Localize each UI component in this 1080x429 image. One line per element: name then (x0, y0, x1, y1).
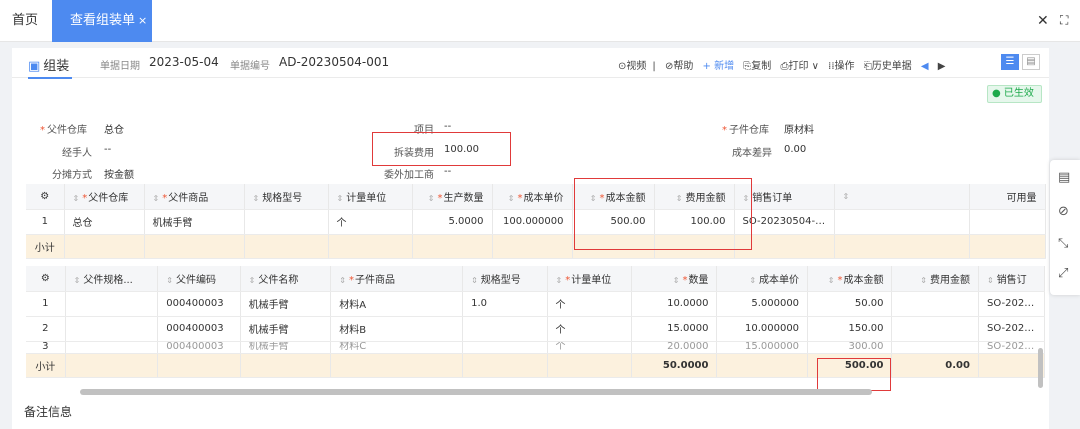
column-header[interactable]: ⇕ *父件商品 (144, 184, 245, 210)
horizontal-scrollbar[interactable] (80, 389, 872, 395)
doc-no-label: 单据编号 (230, 61, 270, 72)
allocation-label: 分摊方式 (52, 170, 92, 181)
document-toolbar: ▣ 组装 单据日期 2023-05-04 单据编号 AD-20230504-001… (12, 48, 1049, 79)
window-close-icon[interactable]: ✕ (1037, 13, 1049, 29)
outsource-label: 委外加工商 (384, 170, 434, 181)
vertical-scrollbar[interactable] (1038, 348, 1043, 388)
table-header: ⚙ ⇕ *父件仓库 ⇕ *父件商品 ⇕ 规格型号 ⇕ 计量单位 ⇕ *生产数量 ⇕ *成本单… (26, 184, 1046, 210)
column-header[interactable]: ⇕ (834, 184, 970, 210)
child-warehouse-label: * 子件仓库 (722, 125, 769, 136)
column-header[interactable]: ⇕ *计量单位 (547, 266, 632, 292)
column-header[interactable]: ⇕ 成本单价 (716, 266, 809, 292)
action-toolbar: ⊙视频 | ⊘帮助 + 新增 ⎘复制 ⎙打印 ∨ ⁞⁞操作 ⎗历史单据 ◀ ▶ (618, 57, 951, 72)
doc-no-value: AD-20230504-001 (279, 55, 390, 69)
fullscreen-icon[interactable]: ⛶ (1060, 13, 1068, 28)
parent-items-table: ⚙ ⇕ *父件仓库 ⇕ *父件商品 ⇕ 规格型号 ⇕ 计量单位 ⇕ *生产数量 ⇕ *成本单… (26, 184, 1046, 259)
child-items-table: ⚙ ⇕ 父件规格... ⇕ 父件编码 ⇕ 父件名称 ⇕ *子件商品 ⇕ 规格型号 ⇕ *计量… (26, 266, 1046, 378)
highlight-box-fee (372, 132, 511, 166)
table-row[interactable]: 1 总仓 机械手臂 个 5.0000 100.000000 500.00 100… (26, 209, 1046, 235)
cost-diff-value: 0.00 (784, 144, 807, 155)
prev-icon[interactable]: ◀ (921, 61, 929, 72)
parent-warehouse-label: * 父件仓库 (40, 125, 87, 136)
video-button[interactable]: ⊙视频 (618, 61, 646, 72)
subtotal-fee: 0.00 (891, 353, 979, 378)
child-warehouse-value: 原材料 (784, 125, 814, 136)
copy-button[interactable]: ⎘复制 (743, 61, 771, 72)
table-row[interactable]: 1 000400003 机械手臂 材料A 1.0 个 10.0000 5.000… (26, 291, 1046, 317)
next-icon[interactable]: ▶ (938, 61, 946, 72)
parent-warehouse-value: 总仓 (104, 125, 124, 136)
history-button[interactable]: ⎗历史单据 (864, 61, 912, 72)
date-label: 单据日期 (100, 61, 140, 72)
add-button[interactable]: + 新增 (703, 61, 735, 72)
close-icon[interactable]: × (138, 14, 147, 27)
settings-icon[interactable]: ⚙ (26, 184, 65, 210)
column-header[interactable]: ⇕ *成本单价 (492, 184, 573, 210)
side-toolbar: ▤ ⊘ ⤡ ⤢ (1050, 160, 1080, 295)
column-header[interactable]: ⇕ 销售订 (978, 266, 1046, 292)
cost-diff-label: 成本差异 (732, 148, 772, 159)
remark-section-title: 备注信息 (24, 405, 73, 419)
operations-button[interactable]: ⁞⁞操作 (828, 61, 854, 72)
table-row[interactable]: 2 000400003 机械手臂 材料B 个 15.0000 10.000000… (26, 316, 1046, 342)
handler-value: -- (104, 144, 112, 155)
column-header[interactable]: ⇕ 父件编码 (157, 266, 241, 292)
highlight-box-amounts (574, 178, 752, 250)
table-row[interactable]: 3 000400003 机械手臂 材料C 个 20.0000 15.000000… (26, 341, 1046, 354)
column-header[interactable]: 可用量 (969, 184, 1046, 210)
document-title: ▣ 组装 (28, 55, 73, 79)
tab-bar: 首页 查看组装单 × ✕ ⛶ (0, 0, 1080, 42)
separator: | (652, 61, 656, 72)
column-header[interactable]: ⇕ *数量 (631, 266, 718, 292)
handler-label: 经手人 (62, 148, 92, 159)
help-button[interactable]: ⊘帮助 (665, 61, 693, 72)
tab-home[interactable]: 首页 (0, 0, 50, 42)
column-header[interactable]: ⇕ *成本金额 (807, 266, 893, 292)
subtotal-row: 小计 50.0000 500.00 0.00 (26, 353, 1046, 378)
highlight-box-subtotal (817, 358, 891, 391)
outsource-value: -- (444, 166, 452, 177)
column-header[interactable]: ⇕ 父件名称 (240, 266, 332, 292)
print-button[interactable]: ⎙打印 ∨ (780, 61, 819, 72)
settings-icon[interactable]: ⚙ (26, 266, 66, 292)
column-header[interactable]: ⇕ *子件商品 (330, 266, 464, 292)
column-header[interactable]: ⇕ 父件规格... (65, 266, 159, 292)
column-header[interactable]: ⇕ 计量单位 (328, 184, 413, 210)
document-panel: ▣ 组装 单据日期 2023-05-04 单据编号 AD-20230504-001… (12, 48, 1049, 429)
card-view-icon[interactable]: ▤ (1022, 54, 1040, 70)
tab-view-assembly[interactable]: 查看组装单 × (52, 0, 152, 42)
column-header[interactable]: ⇕ 规格型号 (462, 266, 548, 292)
table-header: ⚙ ⇕ 父件规格... ⇕ 父件编码 ⇕ 父件名称 ⇕ *子件商品 ⇕ 规格型号 ⇕ *计量… (26, 266, 1046, 292)
collapse-icon[interactable]: ⤡ (1058, 236, 1068, 251)
expand-icon[interactable]: ⤢ (1058, 266, 1068, 281)
subtotal-qty: 50.0000 (631, 353, 718, 378)
column-header[interactable]: ⇕ 费用金额 (891, 266, 979, 292)
column-header[interactable]: ⇕ *生产数量 (412, 184, 493, 210)
date-value: 2023-05-04 (149, 55, 219, 69)
column-header[interactable]: ⇕ 规格型号 (244, 184, 329, 210)
form-icon[interactable]: ▤ (1058, 170, 1070, 185)
subtotal-row: 小计 (26, 234, 1046, 259)
document-icon: ▣ (28, 59, 41, 74)
allocation-value: 按金额 (104, 170, 134, 181)
attachment-icon[interactable]: ⊘ (1058, 204, 1069, 219)
status-badge: ● 已生效 (987, 85, 1042, 103)
tab-label: 查看组装单 (70, 13, 136, 28)
project-value: -- (444, 121, 452, 132)
column-header[interactable]: ⇕ *父件仓库 (64, 184, 145, 210)
list-view-icon[interactable]: ☰ (1001, 54, 1019, 70)
